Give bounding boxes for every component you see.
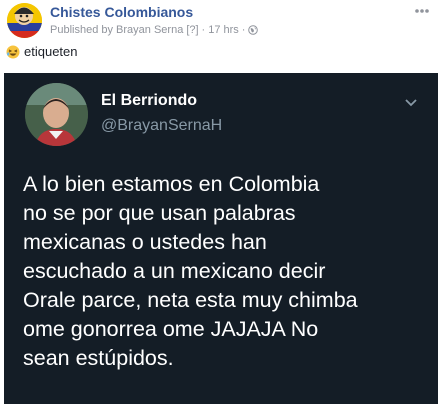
tweet-line: no se por que usan palabras (23, 201, 296, 225)
meta-separator: · (241, 24, 246, 36)
tweet-line: ome gonorrea ome JAJAJA No (23, 317, 319, 341)
ellipsis-icon (415, 9, 429, 13)
post-meta: Published by Brayan Serna [?] · 17 hrs · (50, 24, 259, 36)
published-by-link[interactable]: Published by Brayan Serna (50, 24, 183, 36)
tweet-line: A lo bien estamos en Colombia (23, 172, 320, 196)
tweet-line: mexicanas o ustedes han (23, 230, 267, 254)
chevron-down-icon (404, 95, 418, 107)
globe-icon[interactable] (248, 25, 259, 35)
meta-separator: · (201, 24, 206, 36)
tweet-line: escuchado a un mexicano decir (23, 259, 326, 283)
tweet-avatar (25, 83, 88, 146)
page-name-link[interactable]: Chistes Colombianos (50, 4, 193, 20)
post-header: Chistes Colombianos Published by Brayan … (0, 0, 438, 44)
tweet-handle: @BrayanSernaH (101, 117, 223, 134)
tweet-text: A lo bien estamos en Colombia no se por … (23, 170, 433, 373)
tweet-display-name: El Berriondo (101, 92, 198, 109)
post-timestamp[interactable]: 17 hrs (208, 24, 239, 36)
tweet-image[interactable]: El Berriondo @BrayanSernaH A lo bien est… (4, 73, 438, 404)
page-avatar[interactable] (7, 3, 42, 38)
post-options-button[interactable] (411, 4, 433, 16)
info-badge[interactable]: [?] (186, 24, 198, 36)
tweet-line: sean estúpidos. (23, 346, 174, 370)
caption-text: etiqueten (24, 44, 78, 59)
laughing-emoji-icon (6, 45, 20, 59)
post-caption: etiqueten (6, 44, 78, 59)
tweet-line: Orale parce, neta esta muy chimba (23, 288, 358, 312)
